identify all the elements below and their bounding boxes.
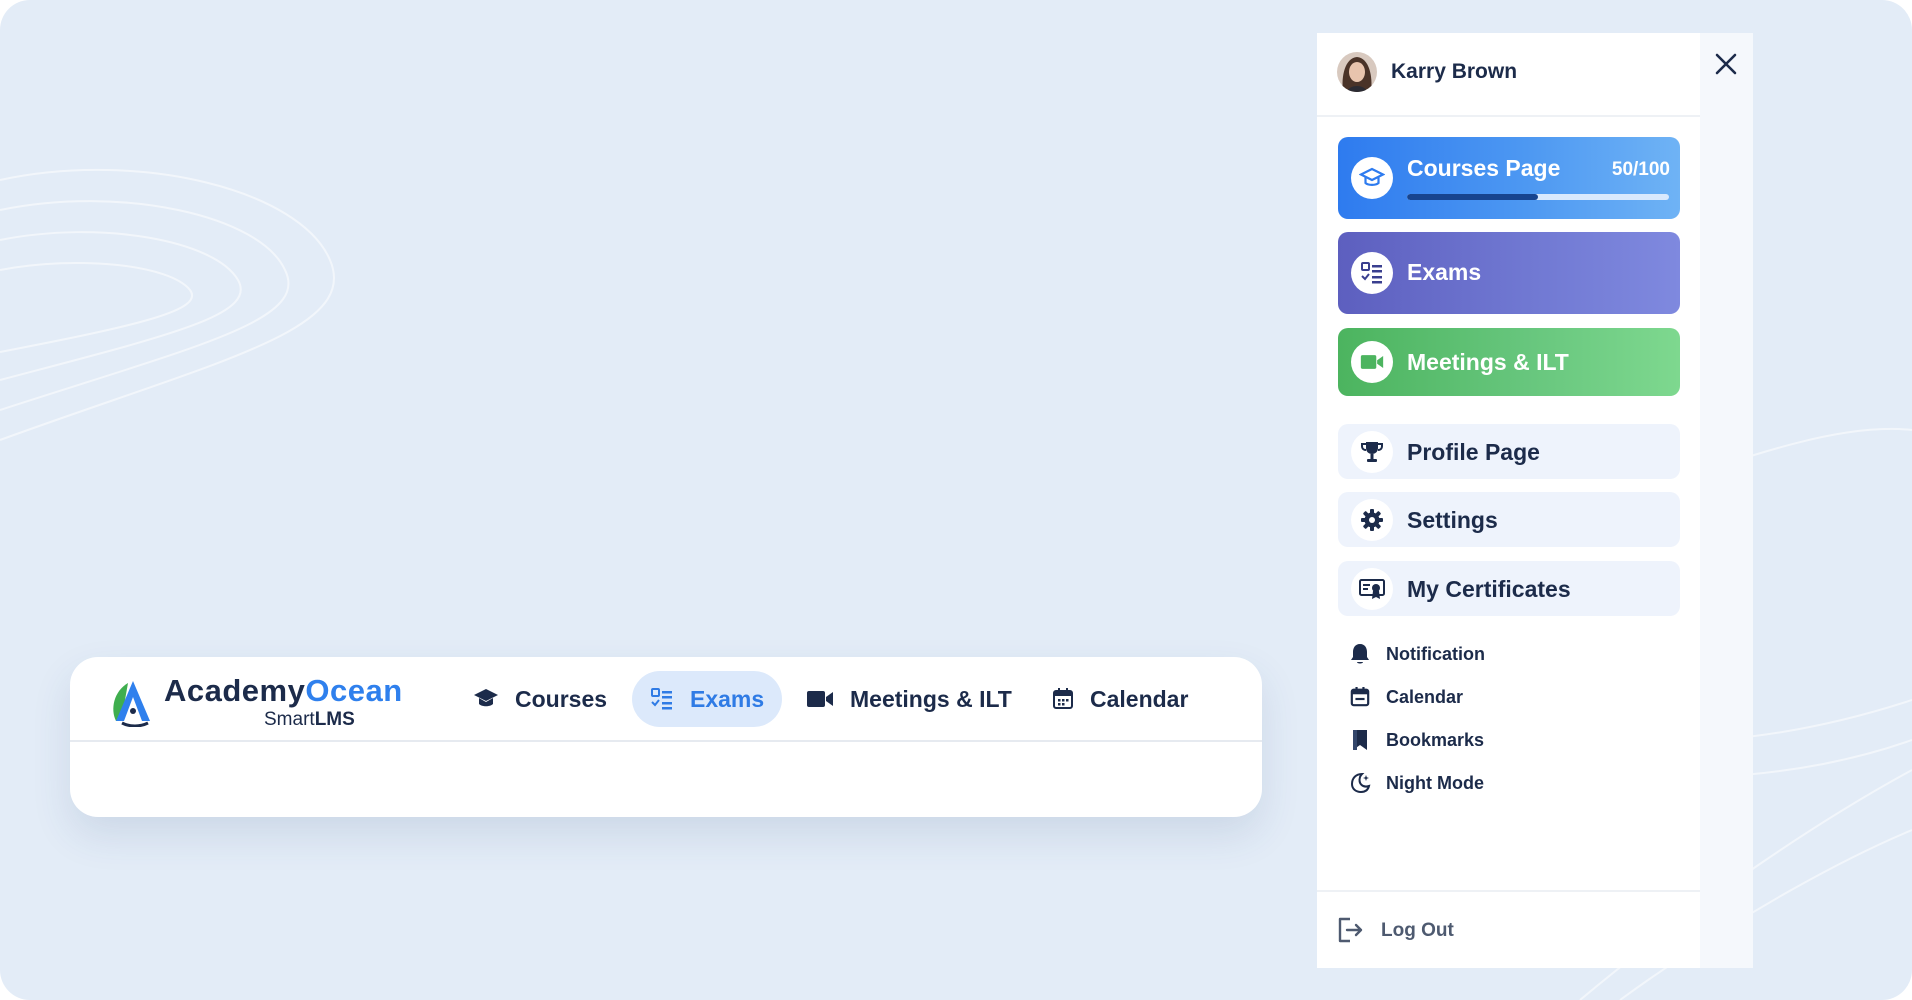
- video-camera-icon: [1360, 355, 1384, 369]
- avatar[interactable]: [1337, 52, 1377, 92]
- calendar-icon: [1053, 688, 1073, 709]
- menu-item-my-certificates[interactable]: My Certificates: [1338, 561, 1680, 616]
- certificate-icon: [1359, 579, 1385, 599]
- checklist-icon: [651, 688, 672, 710]
- close-icon: [1715, 53, 1737, 75]
- course-progress-count: 50/100: [1611, 159, 1670, 180]
- graduation-cap-icon: [474, 689, 498, 707]
- user-profile-row[interactable]: Karry Brown: [1317, 33, 1700, 117]
- meetings-tile[interactable]: Meetings & ILT: [1338, 328, 1680, 396]
- nav-item-courses[interactable]: Courses: [455, 671, 625, 727]
- menu-item-label: Bookmarks: [1386, 729, 1485, 750]
- graduation-cap-icon: [1359, 167, 1385, 186]
- logo-subtitle: SmartLMS: [264, 709, 355, 730]
- gear-icon: [1361, 509, 1383, 531]
- menu-item-calendar[interactable]: Calendar: [1348, 682, 1668, 712]
- close-button[interactable]: [1709, 47, 1743, 81]
- tile-icon-badge: [1351, 157, 1393, 199]
- video-camera-icon: [807, 691, 833, 707]
- menu-item-profile-page[interactable]: Profile Page: [1338, 424, 1680, 479]
- menu-item-settings[interactable]: Settings: [1338, 492, 1680, 547]
- nav-item-calendar[interactable]: Calendar: [1034, 671, 1206, 727]
- menu-icon-badge: [1351, 568, 1393, 610]
- avatar-photo-icon: [1337, 52, 1377, 92]
- tile-icon-badge: [1351, 341, 1393, 383]
- nav-item-label: Exams: [690, 685, 765, 712]
- menu-item-label: Calendar: [1386, 686, 1464, 707]
- tile-label: Exams: [1407, 259, 1482, 285]
- courses-page-tile[interactable]: Courses Page 50/100: [1338, 137, 1680, 219]
- side-drawer: Karry Brown Courses Page 50/100 Exams Me…: [1317, 33, 1753, 968]
- logo-mark-icon: [113, 681, 150, 727]
- logout-button[interactable]: Log Out: [1317, 890, 1700, 970]
- tile-label: Meetings & ILT: [1407, 349, 1569, 375]
- user-name: Karry Brown: [1391, 60, 1518, 83]
- nav-item-label: Courses: [515, 685, 608, 712]
- calendar-icon: [1348, 685, 1372, 709]
- exams-tile[interactable]: Exams: [1338, 232, 1680, 314]
- top-navbar: AcademyOcean SmartLMS Courses Exams Meet…: [70, 657, 1262, 742]
- menu-icon-badge: [1351, 499, 1393, 541]
- trophy-icon: [1361, 442, 1383, 462]
- background-canvas: AcademyOcean SmartLMS Courses Exams Meet…: [0, 0, 1912, 1000]
- menu-item-bookmarks[interactable]: Bookmarks: [1348, 725, 1668, 755]
- logo-wordmark: AcademyOcean: [164, 673, 403, 708]
- bell-icon: [1348, 642, 1372, 666]
- tile-label: Courses Page: [1407, 155, 1561, 181]
- logout-label: Log Out: [1381, 920, 1454, 941]
- menu-icon-badge: [1351, 431, 1393, 473]
- checklist-icon: [1361, 262, 1382, 284]
- nav-item-label: Calendar: [1090, 685, 1189, 712]
- nav-item-label: Meetings & ILT: [850, 685, 1012, 712]
- logout-icon: [1338, 917, 1363, 943]
- menu-item-label: Settings: [1407, 507, 1498, 533]
- moon-icon: [1348, 771, 1372, 795]
- menu-item-label: My Certificates: [1407, 576, 1571, 602]
- drawer-side-strip: [1700, 33, 1753, 968]
- menu-item-label: Night Mode: [1386, 772, 1484, 793]
- menu-item-notification[interactable]: Notification: [1348, 639, 1668, 669]
- academyocean-logo[interactable]: AcademyOcean SmartLMS: [108, 671, 448, 731]
- top-navigation-card: AcademyOcean SmartLMS Courses Exams Meet…: [70, 657, 1262, 817]
- menu-item-label: Profile Page: [1407, 439, 1540, 465]
- menu-item-night-mode[interactable]: Night Mode: [1348, 768, 1668, 798]
- course-progress-bar: [1407, 194, 1669, 200]
- course-progress-fill: [1407, 194, 1538, 200]
- bookmark-icon: [1348, 728, 1372, 752]
- nav-item-exams[interactable]: Exams: [632, 671, 783, 727]
- nav-item-meetings[interactable]: Meetings & ILT: [788, 671, 1030, 727]
- tile-icon-badge: [1351, 252, 1393, 294]
- menu-item-label: Notification: [1386, 643, 1485, 664]
